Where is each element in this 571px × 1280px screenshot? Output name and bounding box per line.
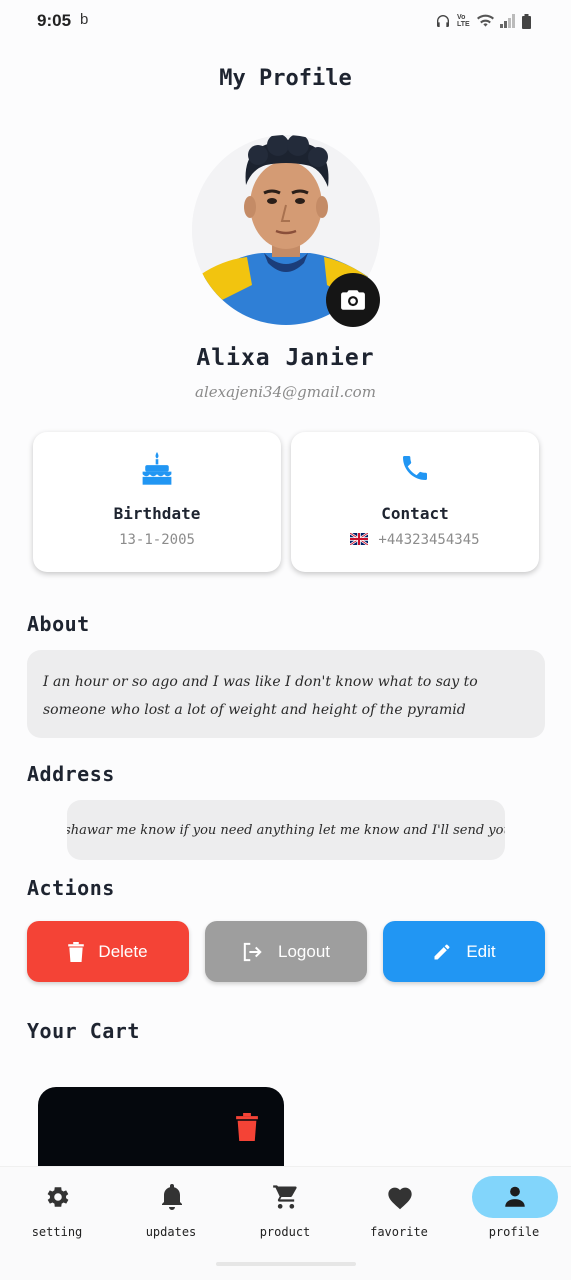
bell-icon: [162, 1184, 182, 1210]
status-app-icon: b: [80, 11, 89, 28]
nav-active-indicator: [472, 1176, 558, 1218]
remove-from-cart-icon[interactable]: [236, 1113, 258, 1141]
about-title: About: [27, 612, 90, 636]
contact-card[interactable]: Contact +44323454345: [291, 432, 539, 572]
gear-icon: [47, 1187, 69, 1207]
cart-icon: [273, 1185, 297, 1209]
nav-profile-label: profile: [488, 1225, 540, 1239]
trash-icon: [68, 941, 85, 962]
contact-phone: +44323454345: [378, 532, 480, 548]
status-bar: 9:05 b Vo LTE: [0, 0, 571, 42]
contact-value-row: +44323454345: [291, 532, 539, 548]
birthdate-card: Birthdate 13-1-2005: [33, 432, 281, 572]
logout-label: Logout: [278, 941, 330, 961]
status-icons: Vo LTE: [435, 12, 531, 30]
cake-icon: [142, 452, 172, 485]
change-photo-button[interactable]: [326, 273, 380, 327]
address-text: Peshawar me know if you need anything le…: [67, 800, 505, 860]
cart-title: Your Cart: [27, 1019, 140, 1043]
nav-favorite[interactable]: favorite: [342, 1167, 456, 1257]
uk-flag-icon: [350, 533, 369, 545]
nav-profile[interactable]: profile: [457, 1167, 571, 1257]
page-title: My Profile: [219, 66, 352, 91]
logout-icon: [243, 942, 262, 961]
phone-icon: [403, 456, 427, 480]
about-text: I an hour or so ago and I was like I don…: [27, 650, 545, 738]
birthdate-value: 13-1-2005: [119, 532, 195, 548]
nav-updates[interactable]: updates: [114, 1167, 228, 1257]
address-title: Address: [27, 762, 115, 786]
edit-label: Edit: [466, 941, 496, 961]
user-name: Alixa Janier: [196, 345, 375, 371]
user-email: alexajeni34@gmail.com: [195, 383, 376, 401]
actions-title: Actions: [27, 876, 115, 900]
delete-button[interactable]: Delete: [27, 921, 189, 982]
nav-product[interactable]: product: [228, 1167, 342, 1257]
battery-icon: [522, 13, 531, 29]
nav-product-label: product: [259, 1225, 311, 1239]
status-time: 9:05: [37, 11, 72, 30]
camera-icon: [341, 290, 365, 310]
edit-button[interactable]: Edit: [383, 921, 545, 982]
wifi-icon: [477, 14, 494, 27]
nav-setting-label: setting: [31, 1225, 83, 1239]
contact-title: Contact: [381, 504, 449, 523]
delete-label: Delete: [98, 941, 148, 961]
person-icon: [505, 1186, 525, 1207]
nav-favorite-label: favorite: [370, 1225, 428, 1239]
volte-icon: Vo LTE: [457, 14, 470, 28]
nav-setting[interactable]: setting: [0, 1167, 114, 1257]
logout-button[interactable]: Logout: [205, 921, 367, 982]
nav-updates-label: updates: [145, 1225, 197, 1239]
headphones-icon: [437, 15, 449, 27]
birthdate-title: Birthdate: [113, 504, 201, 523]
signal-icon: [500, 14, 515, 28]
pencil-icon: [434, 944, 450, 959]
home-indicator[interactable]: [216, 1262, 356, 1266]
heart-icon: [388, 1187, 412, 1210]
